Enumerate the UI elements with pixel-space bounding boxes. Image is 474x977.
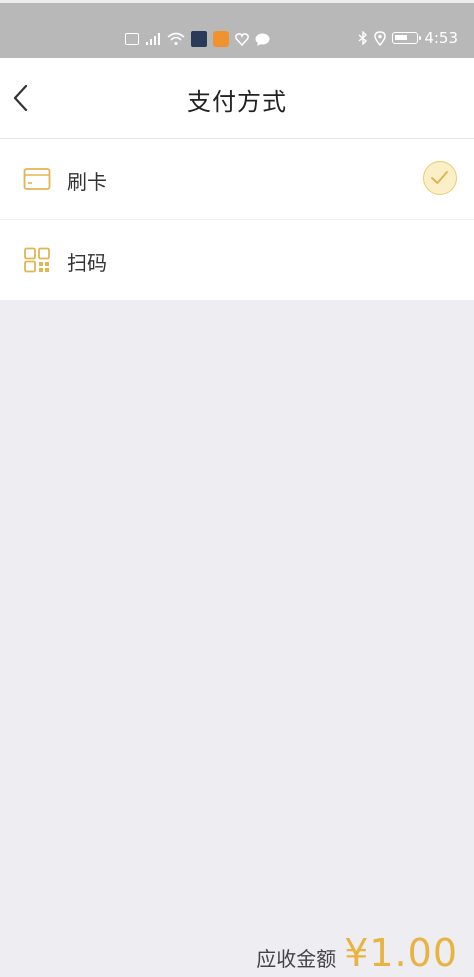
payment-option-card[interactable]: 刷卡 <box>0 139 474 220</box>
status-icons-left <box>125 31 270 47</box>
video-app-icon <box>213 31 229 47</box>
status-time: 4:53 <box>424 29 458 47</box>
payment-option-qr-label: 扫码 <box>67 251 107 275</box>
wifi-icon <box>167 32 185 46</box>
amount-label: 应收金额 <box>256 947 337 971</box>
battery-icon <box>392 32 422 44</box>
page-title: 支付方式 <box>187 88 287 116</box>
qr-code-icon <box>24 247 50 273</box>
payment-option-qr[interactable]: 扫码 <box>0 220 474 300</box>
payment-option-card-label: 刷卡 <box>67 170 107 194</box>
app-header: 支付方式 <box>0 58 474 139</box>
message-icon <box>255 33 270 46</box>
selected-check <box>423 161 457 195</box>
amount-value: ¥1.00 <box>344 931 458 975</box>
app-icon <box>191 31 207 47</box>
heart-icon <box>235 32 249 46</box>
card-icon <box>23 168 51 190</box>
status-bar: 4:53 <box>0 0 474 58</box>
check-icon <box>431 171 448 184</box>
status-icons-right: 4:53 <box>358 29 458 47</box>
bluetooth-icon <box>358 31 368 45</box>
signal-icon <box>146 33 160 45</box>
location-icon <box>374 30 387 46</box>
app-notification-icon <box>125 33 139 45</box>
payment-method-list: 刷卡 扫码 <box>0 139 474 300</box>
amount-summary: 应收金额 ¥1.00 <box>256 931 458 975</box>
